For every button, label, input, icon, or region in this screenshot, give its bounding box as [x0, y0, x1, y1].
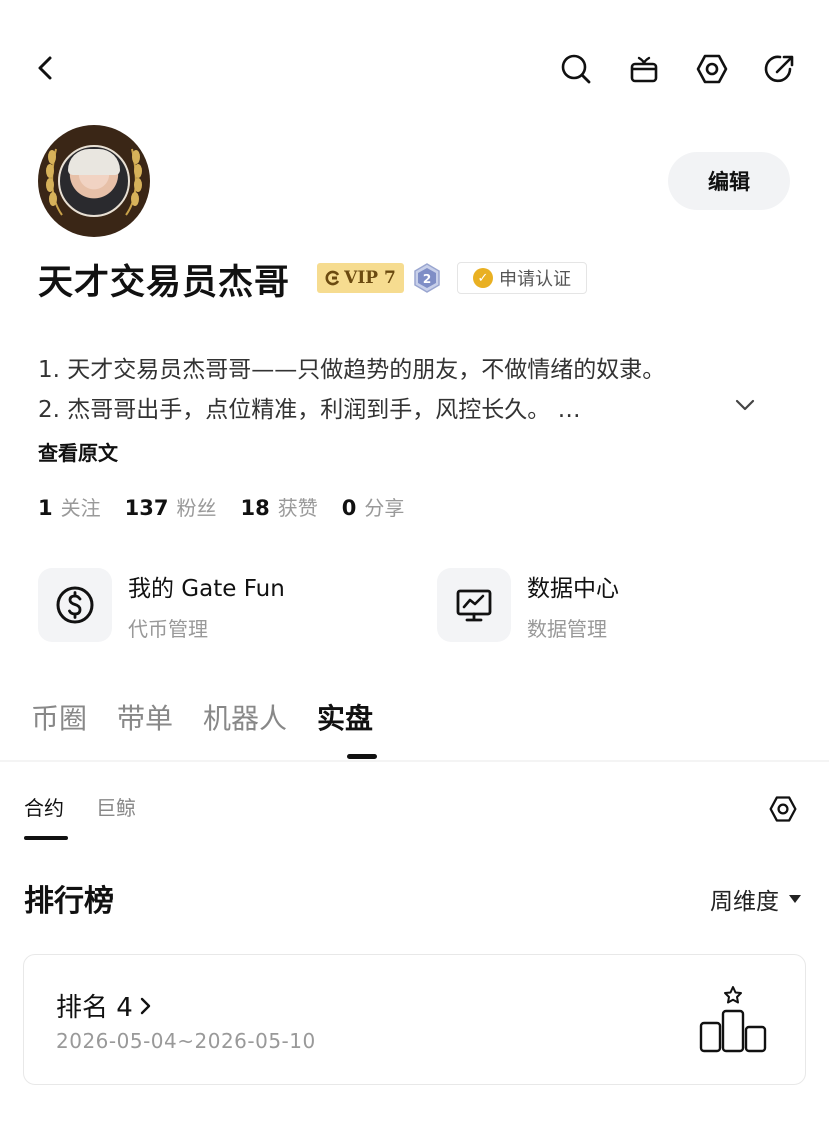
vip-logo-icon	[325, 270, 340, 286]
gift-icon	[630, 56, 658, 83]
profile-name: 天才交易员杰哥	[38, 263, 291, 303]
stat-likes[interactable]: 18 获赞	[240, 492, 317, 521]
main-tabs: 币圈 带单 机器人 实盘	[31, 697, 373, 737]
stat-number: 18	[240, 496, 270, 520]
rank-label: 排名 4	[56, 993, 133, 1023]
tab-copy-trading[interactable]: 带单	[117, 697, 173, 737]
level-number: 2	[423, 272, 431, 286]
tool-subtitle: 数据管理	[527, 616, 607, 641]
stat-number: 137	[124, 496, 169, 520]
share-icon	[764, 55, 794, 83]
period-label: 周维度	[710, 889, 779, 915]
active-tab-indicator	[347, 754, 377, 759]
tab-futures[interactable]: 合约	[24, 792, 64, 821]
sub-tabs: 合约 巨鲸	[24, 792, 136, 821]
bio-line-2: 2. 杰哥哥出手，点位精准，利润到手，风控长久。 …	[38, 397, 581, 423]
monitor-chart-icon	[456, 589, 492, 622]
vip-badge[interactable]: VIP 7	[317, 263, 404, 293]
tool-subtitle: 代币管理	[128, 616, 208, 641]
tab-coin-circle[interactable]: 币圈	[31, 697, 87, 737]
tab-bots[interactable]: 机器人	[203, 697, 287, 737]
search-icon	[561, 54, 591, 84]
chevron-left-icon	[38, 56, 52, 80]
settings-icon	[696, 54, 728, 84]
share-button[interactable]	[760, 49, 800, 89]
stat-following[interactable]: 1 关注	[38, 492, 101, 521]
tool-title: 我的 Gate Fun	[128, 575, 285, 602]
gate-fun-entry[interactable]: 我的 Gate Fun 代币管理	[38, 568, 285, 642]
level-hexagon-icon: 2	[414, 263, 440, 293]
stat-followers[interactable]: 137 粉丝	[125, 492, 217, 521]
stat-number: 0	[341, 496, 357, 520]
stat-number: 1	[38, 496, 53, 520]
back-button[interactable]	[26, 48, 66, 88]
stats-row: 1 关注 137 粉丝 18 获赞 0 分享	[38, 492, 404, 521]
settings-icon	[769, 796, 797, 822]
stat-shares[interactable]: 0 分享	[342, 492, 405, 521]
stat-label: 获赞	[277, 496, 318, 520]
level-badge[interactable]: 2	[413, 263, 441, 293]
tool-title: 数据中心	[527, 575, 619, 602]
verified-icon: ✓	[473, 268, 493, 288]
chevron-right-icon	[140, 997, 151, 1014]
gift-button[interactable]	[624, 49, 664, 89]
data-center-entry[interactable]: 数据中心 数据管理	[437, 568, 619, 642]
rank-date-range: 2026-05-04~2026-05-10	[56, 1029, 316, 1053]
apply-certification-button[interactable]: ✓ 申请认证	[457, 262, 587, 294]
stat-label: 关注	[60, 496, 101, 520]
avatar[interactable]	[38, 125, 150, 237]
rank-row: 排名 4	[56, 987, 153, 1024]
avatar-hair	[68, 149, 120, 175]
certify-label: 申请认证	[499, 269, 571, 290]
podium-icon	[699, 986, 767, 1053]
chevron-down-icon[interactable]	[733, 393, 757, 417]
divider	[0, 760, 829, 762]
dollar-icon-box	[38, 568, 112, 642]
view-original-link[interactable]: 查看原文	[38, 437, 118, 466]
settings-button[interactable]	[692, 49, 732, 89]
caret-down-icon	[789, 895, 801, 903]
active-subtab-indicator	[24, 836, 68, 840]
vip-label: VIP 7	[344, 268, 396, 288]
bio-line-1: 1. 天才交易员杰哥哥——只做趋势的朋友，不做情绪的奴隶。	[38, 357, 666, 383]
dollar-icon	[56, 586, 94, 624]
stat-label: 粉丝	[176, 496, 217, 520]
ranking-title: 排行榜	[24, 884, 114, 919]
period-selector[interactable]: 周维度	[710, 882, 801, 916]
stat-label: 分享	[364, 496, 405, 520]
monitor-icon-box	[437, 568, 511, 642]
search-button[interactable]	[556, 49, 596, 89]
rank-card[interactable]: 排名 4 2026-05-04~2026-05-10	[23, 954, 806, 1085]
tab-whales[interactable]: 巨鲸	[96, 792, 136, 821]
edit-profile-button[interactable]: 编辑	[668, 152, 790, 210]
tab-live-trading[interactable]: 实盘	[317, 697, 373, 737]
filter-settings-button[interactable]	[763, 789, 803, 829]
